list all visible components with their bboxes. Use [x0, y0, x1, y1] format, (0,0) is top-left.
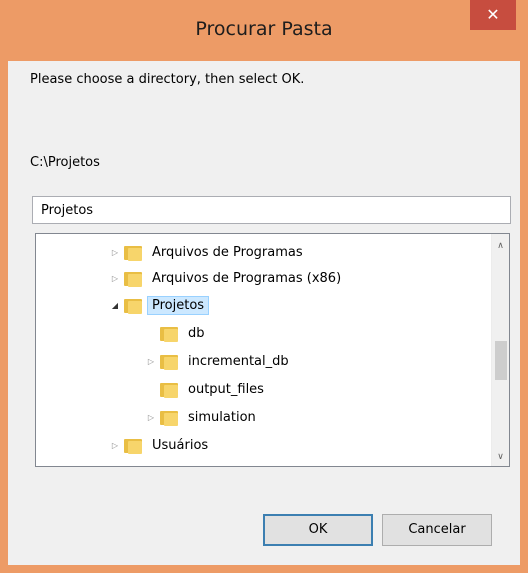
cancel-button[interactable]: Cancelar — [382, 514, 492, 546]
expand-arrow-icon[interactable]: ▷ — [106, 441, 124, 450]
folder-icon — [124, 270, 144, 288]
tree-item-label: simulation — [188, 410, 256, 425]
folder-icon — [124, 244, 144, 262]
folder-icon — [160, 464, 180, 466]
scroll-thumb[interactable] — [495, 341, 507, 380]
title-bar[interactable]: Procurar Pasta ✕ — [0, 0, 528, 60]
folder-icon — [160, 325, 180, 343]
tree-item-simulation[interactable]: ▷ simulation — [142, 405, 256, 430]
instruction-text: Please choose a directory, then select O… — [30, 72, 305, 87]
expand-arrow-icon[interactable]: ▷ — [142, 357, 160, 366]
tree-item-label: db — [188, 326, 205, 341]
folder-icon — [160, 381, 180, 399]
expand-arrow-icon[interactable]: ▷ — [106, 274, 124, 283]
tree-item-label: Usuários — [152, 438, 209, 453]
vertical-scrollbar[interactable]: ∧ ∨ — [491, 234, 509, 466]
tree-item-label: incremental_db — [188, 354, 289, 369]
tree-item-usuarios[interactable]: ▷ Usuários — [106, 433, 208, 458]
folder-name-input[interactable]: Projetos — [32, 196, 511, 224]
collapse-arrow-icon[interactable]: ◢ — [106, 301, 124, 310]
folder-icon — [124, 437, 144, 455]
scroll-up-icon[interactable]: ∧ — [492, 238, 509, 255]
tree-item-label: output_files — [188, 382, 264, 397]
scroll-down-icon[interactable]: ∨ — [492, 449, 509, 466]
tree-item-incremental-db[interactable]: ▷ incremental_db — [142, 349, 289, 374]
expand-arrow-icon[interactable]: ▷ — [106, 248, 124, 257]
expand-arrow-icon[interactable]: ▷ — [142, 413, 160, 422]
folder-open-icon — [124, 297, 144, 315]
tree-item-arquivos-de-programas-x86[interactable]: ▷ Arquivos de Programas (x86) — [106, 266, 341, 291]
close-icon: ✕ — [486, 5, 500, 24]
tree-item-db[interactable]: db — [142, 321, 205, 346]
ok-button[interactable]: OK — [263, 514, 373, 546]
tree-item-label: Arquivos de Programas — [152, 245, 303, 260]
tree-item-arquivos-de-programas[interactable]: ▷ Arquivos de Programas — [106, 240, 303, 265]
current-path-label: C:\Projetos — [30, 155, 100, 170]
folder-icon — [160, 353, 180, 371]
folder-icon — [160, 409, 180, 427]
tree-item-projetos[interactable]: ◢ Projetos — [106, 293, 210, 318]
tree-item-label: Projetos — [147, 296, 210, 315]
close-button[interactable]: ✕ — [470, 0, 516, 30]
tree-item-output-files[interactable]: output_files — [142, 377, 264, 402]
folder-browser-dialog: Procurar Pasta ✕ Please choose a directo… — [0, 0, 528, 573]
tree-item-label: Arquivos de Programas (x86) — [152, 271, 342, 286]
folder-tree[interactable]: ▷ Arquivos de Programas ▷ Arquivos de Pr… — [35, 233, 510, 467]
dialog-title: Procurar Pasta — [195, 18, 333, 40]
tree-item-partial[interactable] — [142, 460, 188, 466]
